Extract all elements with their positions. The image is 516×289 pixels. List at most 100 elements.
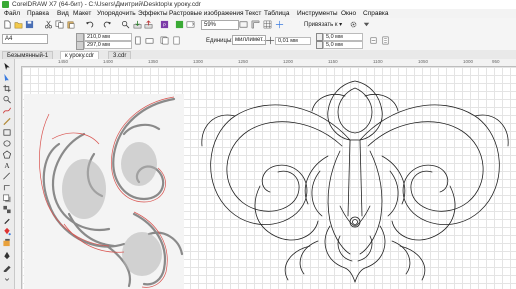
toolbox: A [0, 59, 15, 289]
menu-text[interactable]: Текст [245, 9, 261, 18]
menu-bitmaps[interactable]: Растровые изображения [169, 9, 244, 18]
color-eyedropper-tool-icon[interactable] [2, 216, 12, 225]
crop-tool-icon[interactable] [2, 84, 12, 93]
set-default-units-icon[interactable] [369, 36, 378, 45]
ruler-label: 1400 [103, 59, 114, 64]
smart-fill-tool-icon[interactable] [2, 238, 12, 247]
menu-effects[interactable]: Эффекты [138, 9, 168, 18]
interactive-fill-tool-icon[interactable] [2, 227, 12, 236]
units-select[interactable]: миллимет... [232, 35, 268, 45]
expand-toolbox-icon[interactable] [2, 275, 12, 284]
menu-table[interactable]: Таблица [264, 9, 290, 18]
copy-icon[interactable] [55, 20, 64, 29]
page-size-select[interactable]: A4 [2, 34, 48, 44]
artistic-media-tool-icon[interactable] [2, 117, 12, 126]
full-screen-icon[interactable] [239, 20, 248, 29]
connector-tool-icon[interactable] [2, 183, 12, 192]
coreldraw-logo-icon [2, 1, 9, 8]
menu-tools[interactable]: Инструменты [297, 9, 338, 18]
options-gear-icon[interactable] [349, 20, 358, 29]
current-page-icon[interactable] [172, 36, 181, 45]
grid-icon[interactable] [263, 20, 272, 29]
duplicate-y-icon [316, 41, 323, 49]
new-document-icon[interactable] [3, 20, 12, 29]
ruler-label: 1100 [373, 59, 383, 64]
standard-toolbar: P 59% Привязать к ▾ [0, 18, 516, 32]
ruler-label: 1350 [148, 59, 159, 64]
menu-bar: Файл Правка Вид Макет Упорядочить Эффект… [0, 9, 516, 18]
cut-icon[interactable] [44, 20, 53, 29]
save-icon[interactable] [25, 20, 34, 29]
parallel-dimension-tool-icon[interactable] [2, 172, 12, 181]
ruler-label: 1050 [418, 59, 429, 64]
menu-edit[interactable]: Правка [27, 9, 49, 18]
duplicate-y-field[interactable]: 5,0 мм [323, 41, 363, 49]
zoom-level-select[interactable]: 59% [201, 20, 239, 30]
import-icon[interactable] [133, 20, 142, 29]
undo-icon[interactable] [85, 20, 94, 29]
application-launcher-icon[interactable] [362, 20, 371, 29]
menu-help[interactable]: Справка [363, 9, 389, 18]
all-pages-icon[interactable] [160, 36, 169, 45]
pen-tool-icon[interactable] [2, 251, 12, 260]
svg-text:A: A [4, 162, 10, 170]
window-title: CorelDRAW X7 (64-бит) - C:\Users\Дмитрий… [12, 1, 201, 8]
svg-text:P: P [163, 22, 166, 27]
menu-arrange[interactable]: Упорядочить [97, 9, 136, 18]
outline-pen-icon[interactable] [2, 263, 12, 272]
ruler-label: 950 [492, 59, 500, 64]
corel-connect-icon[interactable] [175, 20, 184, 29]
units-value: миллимет... [235, 37, 268, 43]
text-tool-icon[interactable]: A [2, 161, 12, 170]
launch-app-icon[interactable] [186, 20, 195, 29]
horizontal-ruler[interactable]: 1450 1400 1350 1300 1250 1200 1150 1100 … [15, 59, 516, 67]
drop-shadow-tool-icon[interactable] [2, 194, 12, 203]
rectangle-tool-icon[interactable] [2, 128, 12, 137]
reference-ornament [39, 96, 184, 288]
freehand-tool-icon[interactable] [2, 106, 12, 115]
vertical-ruler[interactable] [15, 66, 22, 289]
publish-pdf-icon[interactable]: P [160, 20, 169, 29]
ruler-label: 1150 [328, 59, 338, 64]
duplicate-x-field[interactable]: 5,0 мм [323, 33, 363, 41]
open-folder-icon[interactable] [14, 20, 23, 29]
snap-to-label: Привязать к [304, 22, 338, 28]
menu-view[interactable]: Вид [57, 9, 69, 18]
page-width-field[interactable]: 210,0 мм [84, 33, 132, 41]
height-icon [76, 41, 84, 50]
ruler-label: 1000 [463, 59, 474, 64]
zoom-level-value: 59% [204, 22, 217, 28]
polygon-tool-icon[interactable] [2, 150, 12, 159]
ruler-label: 1450 [58, 59, 69, 64]
menu-window[interactable]: Окно [341, 9, 356, 18]
redo-icon[interactable] [103, 20, 112, 29]
menu-layout[interactable]: Макет [73, 9, 91, 18]
snap-to-dropdown[interactable]: Привязать к ▾ [304, 21, 342, 29]
zoom-tool-icon[interactable] [2, 95, 12, 104]
landscape-icon[interactable] [145, 36, 154, 45]
transparency-tool-icon[interactable] [2, 205, 12, 214]
ruler-label: 1250 [238, 59, 249, 64]
ruler-label: 1300 [193, 59, 204, 64]
page-size-value: A4 [5, 36, 13, 42]
rulers-icon[interactable] [251, 20, 260, 29]
traced-ornament-vector[interactable] [200, 76, 510, 286]
search-content-icon[interactable] [121, 20, 130, 29]
ruler-label: 1200 [283, 59, 294, 64]
guidelines-icon[interactable] [275, 20, 284, 29]
title-bar: CorelDRAW X7 (64-бит) - C:\Users\Дмитрий… [0, 0, 516, 9]
units-label: Единицы: [206, 38, 233, 44]
shape-tool-icon[interactable] [2, 73, 12, 82]
portrait-icon[interactable] [133, 36, 142, 45]
pick-tool-icon[interactable] [2, 62, 12, 71]
paste-icon[interactable] [66, 20, 75, 29]
ellipse-tool-icon[interactable] [2, 139, 12, 148]
menu-file[interactable]: Файл [4, 9, 20, 18]
export-icon[interactable] [144, 20, 153, 29]
nudge-icon [266, 36, 275, 45]
page-options-icon[interactable] [381, 36, 390, 45]
reference-bitmap[interactable] [24, 94, 184, 289]
page-height-field[interactable]: 297,0 мм [84, 41, 132, 49]
duplicate-x-icon [316, 33, 323, 41]
nudge-distance-field[interactable]: 0,01 мм [275, 37, 311, 45]
